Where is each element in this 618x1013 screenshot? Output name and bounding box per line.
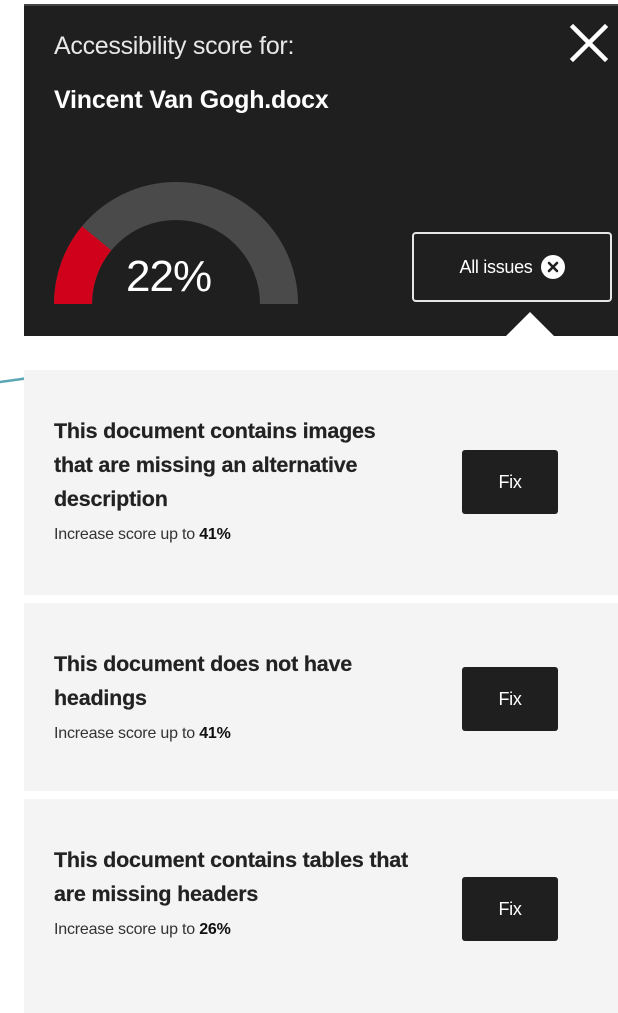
issue-score-amount: 41% — [199, 526, 231, 543]
accessibility-panel: Accessibility score for: Vincent Van Gog… — [24, 4, 618, 1013]
popover-pointer — [504, 312, 556, 338]
separator-strip — [24, 336, 618, 370]
score-value: 22% — [126, 252, 212, 301]
all-issues-button[interactable]: All issues — [412, 232, 612, 302]
issue-item: This document does not have headings Inc… — [24, 603, 618, 799]
issue-score-prefix: Increase score up to — [54, 921, 195, 938]
gauge-fill — [54, 226, 112, 304]
issue-score-prefix: Increase score up to — [54, 725, 195, 742]
panel-header: Accessibility score for: Vincent Van Gog… — [24, 4, 618, 338]
issue-title: This document does not have headings — [54, 652, 353, 710]
close-button[interactable] — [564, 18, 614, 68]
issue-score-amount: 41% — [199, 725, 231, 742]
issue-score-prefix: Increase score up to — [54, 526, 195, 543]
issue-item: This document contains tables that are m… — [24, 799, 618, 1013]
issue-score-increase: Increase score up to 41% — [54, 526, 598, 544]
document-filename: Vincent Van Gogh.docx — [54, 86, 329, 114]
x-circle-icon — [540, 255, 565, 279]
fix-button[interactable]: Fix — [462, 450, 558, 514]
fix-button[interactable]: Fix — [462, 877, 558, 941]
header-label: Accessibility score for: — [54, 32, 295, 60]
issue-list: This document contains images that are m… — [24, 370, 618, 1013]
issue-score-amount: 26% — [199, 921, 231, 938]
issue-title: This document contains tables that are m… — [54, 848, 408, 906]
issue-item: This document contains images that are m… — [24, 370, 618, 603]
close-icon — [569, 23, 609, 63]
issue-title: This document contains images that are m… — [54, 419, 376, 511]
fix-button[interactable]: Fix — [462, 667, 558, 731]
all-issues-label: All issues — [459, 256, 533, 277]
